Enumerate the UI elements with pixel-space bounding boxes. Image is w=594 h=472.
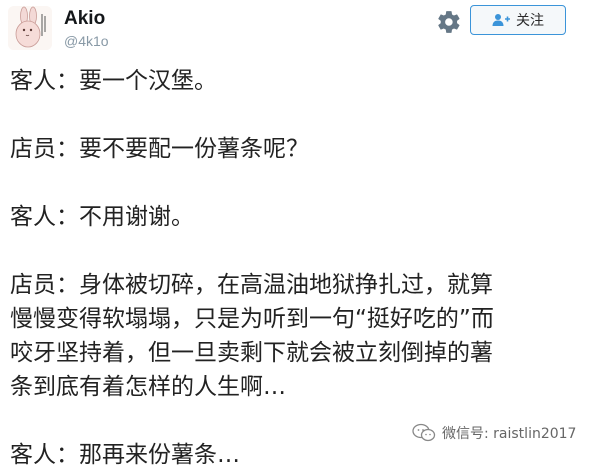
add-user-icon	[492, 14, 510, 26]
watermark-text: 微信号: raistlin2017	[442, 426, 577, 442]
tweet-line: 咬牙坚持着，但一旦卖剩下就会被立刻倒掉的薯	[10, 340, 493, 366]
user-name[interactable]: Akio	[64, 8, 105, 30]
user-handle[interactable]: @4k1o	[64, 33, 109, 49]
tweet-line: 客人：要一个汉堡。	[10, 68, 217, 94]
follow-label: 关注	[516, 13, 544, 29]
avatar[interactable]	[8, 6, 52, 50]
tweet-line: 条到底有着怎样的人生啊…	[10, 374, 286, 400]
gear-icon[interactable]	[436, 9, 462, 35]
follow-button[interactable]: 关注	[470, 5, 566, 35]
wechat-watermark: 微信号: raistlin2017	[412, 420, 576, 446]
tweet-line: 客人：不用谢谢。	[10, 204, 194, 230]
wechat-icon	[412, 423, 436, 442]
tweet-line: 慢慢变得软塌塌，只是为听到一句“挺好吃的”而	[10, 306, 494, 332]
rabbit-avatar-icon	[8, 6, 52, 50]
tweet-text: 客人：要一个汉堡。 店员：要不要配一份薯条呢？ 客人：不用谢谢。 店员：身体被切…	[10, 64, 580, 472]
tweet-header: Akio @4k1o 关注	[0, 0, 594, 62]
tweet-line: 店员：身体被切碎，在高温油地狱挣扎过，就算	[10, 272, 493, 298]
tweet-line: 店员：要不要配一份薯条呢？	[10, 136, 309, 162]
